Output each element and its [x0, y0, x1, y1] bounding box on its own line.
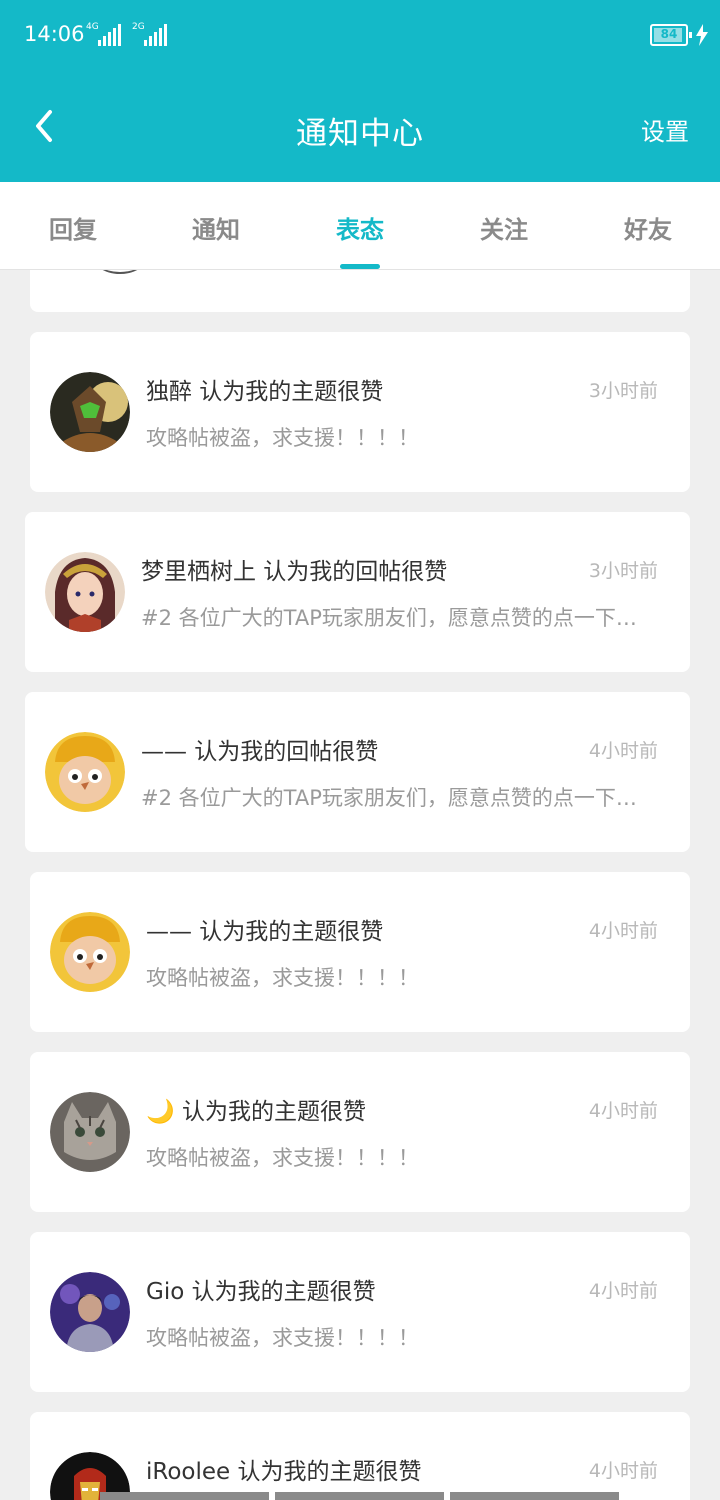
notification-title: Gio 认为我的主题很赞	[146, 1279, 376, 1305]
list-item[interactable]: —— 认为我的主题很赞 攻略帖被盗，求支援！！！！ 4小时前	[30, 872, 690, 1032]
notification-title: iRoolee 认为我的主题很赞	[146, 1459, 422, 1485]
notification-excerpt[interactable]: 攻略帖被盗，求支援！！！！	[146, 1322, 646, 1352]
timestamp: 3小时前	[588, 380, 658, 402]
timestamp: 4小时前	[588, 740, 658, 762]
list-item[interactable]: Gio 认为我的主题很赞 攻略帖被盗，求支援！！！！ 4小时前	[30, 1232, 690, 1392]
list-item[interactable]: 独醉 认为我的主题很赞 攻略帖被盗，求支援！！！！ 3小时前	[30, 332, 690, 492]
charging-icon	[696, 24, 708, 46]
status-bar: 14:06 4G 2G 84	[0, 0, 720, 70]
signal-icon-sim2: 2G	[132, 22, 172, 48]
list-item[interactable]: 🌙 认为我的主题很赞 攻略帖被盗，求支援！！！！ 4小时前	[30, 1052, 690, 1212]
timestamp: 3小时前	[588, 560, 658, 582]
notification-excerpt[interactable]: 攻略帖被盗，求支援！！！！	[146, 962, 646, 992]
photo-avatar[interactable]	[50, 1272, 130, 1352]
list-item[interactable]: 梦里栖树上 认为我的回帖很赞 #2 各位广大的TAP玩家朋友们，愿意点赞的点一下…	[25, 512, 690, 672]
timestamp: 4小时前	[588, 1460, 658, 1482]
notification-title: 🌙 认为我的主题很赞	[146, 1099, 366, 1125]
notification-title: —— 认为我的主题很赞	[146, 919, 384, 945]
warrior-avatar[interactable]	[50, 372, 130, 452]
status-time: 14:06	[24, 22, 85, 46]
notification-excerpt[interactable]: 攻略帖被盗，求支援！！！！	[146, 1142, 646, 1172]
tab-reply[interactable]: 回复	[23, 210, 123, 245]
timestamp: 4小时前	[588, 1280, 658, 1302]
notification-title: 梦里栖树上 认为我的回帖很赞	[141, 559, 448, 585]
notification-excerpt[interactable]: #2 各位广大的TAP玩家朋友们，愿意点赞的点一下…	[141, 782, 641, 812]
avatar	[90, 270, 150, 274]
cartoon-boy-avatar[interactable]	[45, 732, 125, 812]
notification-excerpt[interactable]: #2 各位广大的TAP玩家朋友们，愿意点赞的点一下…	[141, 602, 641, 632]
tab-notice[interactable]: 通知	[166, 210, 266, 245]
cartoon-boy-avatar[interactable]	[50, 912, 130, 992]
page-title: 通知中心	[296, 116, 424, 152]
top-bar: 14:06 4G 2G 84 通知中心 设置	[0, 0, 720, 182]
tab-reactions[interactable]: 表态	[310, 210, 410, 245]
battery-icon: 84	[650, 24, 692, 46]
battery-level: 84	[660, 27, 678, 41]
bottom-scroll-indicator	[100, 1492, 620, 1500]
tab-follow[interactable]: 关注	[454, 210, 554, 245]
list-item[interactable]: iRoolee 认为我的主题很赞 4小时前	[30, 1412, 690, 1500]
notification-list[interactable]: 独醉 认为我的主题很赞 攻略帖被盗，求支援！！！！ 3小时前 梦里栖树上 认为我…	[0, 270, 720, 1500]
list-item[interactable]: —— 认为我的回帖很赞 #2 各位广大的TAP玩家朋友们，愿意点赞的点一下… 4…	[25, 692, 690, 852]
timestamp: 4小时前	[588, 920, 658, 942]
list-item[interactable]	[30, 270, 690, 312]
kitten-avatar[interactable]	[50, 1092, 130, 1172]
active-tab-indicator	[340, 264, 380, 269]
anime-girl-avatar[interactable]	[45, 552, 125, 632]
tab-bar: 回复 通知 表态 关注 好友	[0, 182, 720, 270]
timestamp: 4小时前	[588, 1100, 658, 1122]
settings-button[interactable]: 设置	[641, 112, 689, 147]
notification-title: 独醉 认为我的主题很赞	[146, 379, 384, 405]
tab-friends[interactable]: 好友	[598, 210, 698, 245]
notification-title: —— 认为我的回帖很赞	[141, 739, 379, 765]
notification-excerpt[interactable]: 攻略帖被盗，求支援！！！！	[146, 422, 646, 452]
signal-icon-sim1: 4G	[86, 22, 126, 48]
